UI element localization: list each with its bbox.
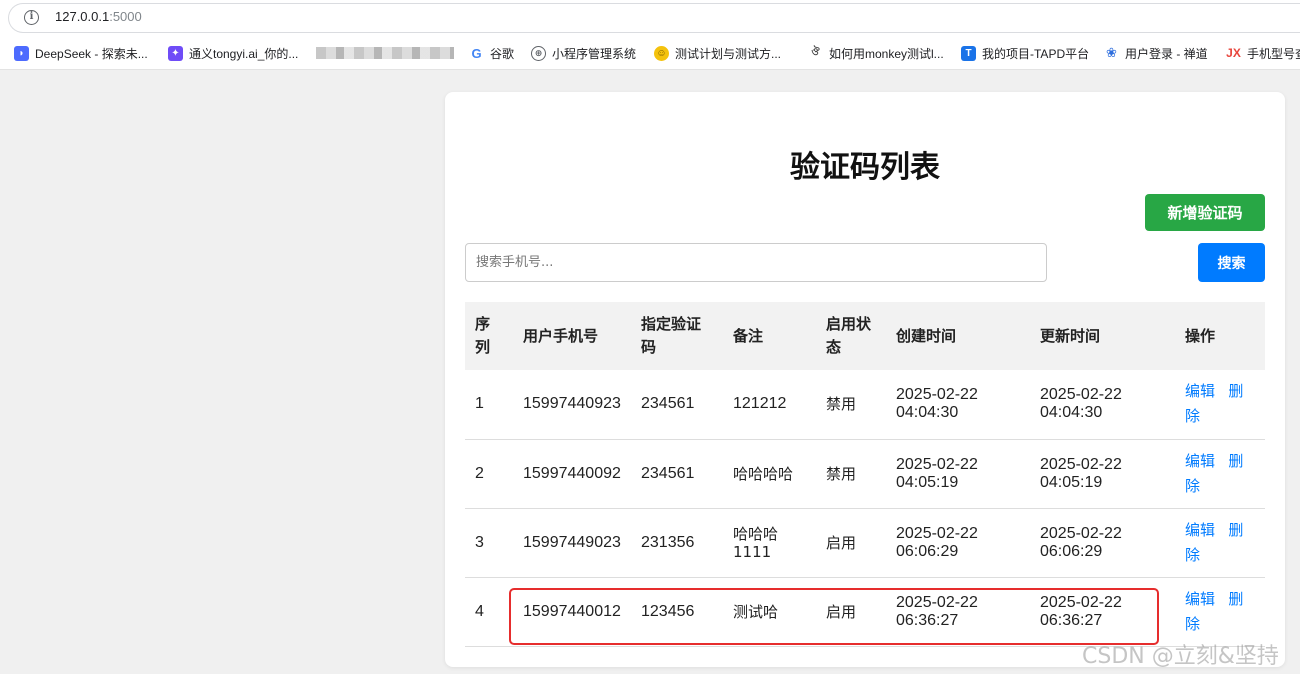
edit-link[interactable]: 编辑	[1185, 590, 1215, 608]
table-row: 4 15997440012 123456 测试哈 启用 2025-02-22 0…	[465, 577, 1265, 646]
bookmark-deepseek[interactable]: ◗ DeepSeek - 探索未...	[14, 44, 148, 62]
smiley-icon: ☺	[654, 45, 669, 61]
cell-note: 哈哈哈 1111	[733, 524, 779, 561]
bookmark-label: 我的项目-TAPD平台	[982, 46, 1090, 61]
bookmark-tapd[interactable]: T 我的项目-TAPD平台	[961, 44, 1089, 62]
search-button[interactable]: 搜索	[1198, 243, 1265, 282]
bookmark-label: 通义tongyi.ai_你的...	[189, 46, 299, 61]
bookmark-phone-model[interactable]: JX 手机型号查	[1226, 44, 1300, 62]
cell-status: 禁用	[826, 464, 857, 483]
cell-status: 启用	[826, 533, 857, 552]
cell-created: 2025-02-22 04:04:30	[896, 386, 978, 422]
bookmark-label: 测试计划与测试方...	[675, 46, 782, 61]
globe-icon: ⊕	[531, 45, 546, 61]
header-note: 备注	[733, 326, 764, 345]
add-code-button[interactable]: 新增验证码	[1145, 194, 1265, 231]
table-header-row: 序列 用户手机号 指定验证码 备注 启用状态 创建时间 更新时间 操作	[465, 302, 1265, 370]
cell-index: 1	[475, 395, 484, 413]
jx-icon: JX	[1226, 45, 1241, 61]
bookmark-tongyi[interactable]: ✦ 通义tongyi.ai_你的...	[168, 44, 298, 62]
cell-updated: 2025-02-22 06:06:29	[1040, 524, 1122, 560]
bookmark-label: 手机型号查	[1247, 46, 1300, 61]
cell-code: 123456	[641, 602, 695, 620]
header-index: 序列	[475, 315, 491, 356]
cell-status: 禁用	[826, 395, 857, 414]
cell-code: 234561	[641, 395, 695, 413]
cell-created: 2025-02-22 06:36:27	[896, 593, 978, 629]
edit-link[interactable]: 编辑	[1185, 452, 1215, 470]
site-info-icon[interactable]: i	[24, 10, 39, 25]
bookmark-label: 如何用monkey测试l...	[829, 46, 944, 61]
cell-actions: 编辑 删除	[1175, 370, 1265, 439]
cell-status: 启用	[826, 602, 857, 621]
verification-code-card: 验证码列表 新增验证码 搜索 序列 用户手机号 指定验证码 备注 启用状态 创建…	[445, 92, 1285, 667]
header-updated: 更新时间	[1040, 326, 1101, 345]
bookmark-testplan[interactable]: ☺ 测试计划与测试方...	[654, 44, 781, 62]
bookmark-label: 谷歌	[490, 46, 515, 61]
cell-updated: 2025-02-22 04:05:19	[1040, 455, 1122, 491]
header-status: 启用状态	[826, 315, 872, 356]
url-host: 127.0.0.1	[55, 9, 110, 24]
code-table: 序列 用户手机号 指定验证码 备注 启用状态 创建时间 更新时间 操作 1 15…	[465, 302, 1265, 647]
header-code: 指定验证码	[641, 315, 702, 356]
address-bar: i 127.0.0.1:5000	[0, 0, 1300, 36]
cell-actions: 编辑 删除	[1175, 439, 1265, 508]
bookmark-google[interactable]: G 谷歌	[469, 44, 514, 62]
bookmark-label: 用户登录 - 禅道	[1125, 46, 1208, 61]
bookmark-miniprogram[interactable]: ⊕ 小程序管理系统	[531, 44, 636, 62]
bookmark-label: DeepSeek - 探索未...	[35, 46, 148, 61]
header-actions: 操作	[1185, 326, 1216, 345]
bookmark-zentao[interactable]: ❀ 用户登录 - 禅道	[1104, 44, 1208, 62]
cell-updated: 2025-02-22 04:04:30	[1040, 386, 1122, 422]
blurred-bookmark[interactable]	[316, 47, 454, 59]
url-text[interactable]: 127.0.0.1:5000	[55, 9, 142, 24]
header-phone: 用户手机号	[523, 326, 599, 345]
cell-phone: 15997440092	[523, 464, 621, 482]
edit-link[interactable]: 编辑	[1185, 521, 1215, 539]
phone-search-input[interactable]	[465, 243, 1047, 282]
bookmarks-bar: ◗ DeepSeek - 探索未... ✦ 通义tongyi.ai_你的... …	[0, 36, 1300, 70]
cell-actions: 编辑 删除	[1175, 508, 1265, 577]
watermark: CSDN @立刻&坚持	[1082, 644, 1279, 669]
cell-code: 234561	[641, 464, 695, 482]
table-row: 3 15997449023 231356 哈哈哈 1111 启用 2025-02…	[465, 508, 1265, 577]
tapd-icon: T	[961, 45, 976, 61]
cell-created: 2025-02-22 06:06:29	[896, 524, 978, 560]
bookmark-monkey[interactable]: ঔ 如何用monkey测试l...	[808, 44, 944, 62]
cell-note: 哈哈哈哈	[733, 464, 794, 483]
cell-phone: 15997449023	[523, 533, 621, 551]
omnibox[interactable]	[8, 3, 1300, 33]
page-title: 验证码列表	[790, 150, 940, 185]
lark-icon: ঔ	[808, 45, 823, 61]
google-icon: G	[469, 45, 484, 61]
cell-phone: 15997440923	[523, 395, 621, 413]
header-created: 创建时间	[896, 326, 957, 345]
cell-note: 121212	[733, 395, 787, 413]
bookmark-label: 小程序管理系统	[552, 46, 637, 61]
table-row: 2 15997440092 234561 哈哈哈哈 禁用 2025-02-22 …	[465, 439, 1265, 508]
cell-actions: 编辑 删除	[1175, 577, 1265, 646]
cell-updated: 2025-02-22 06:36:27	[1040, 593, 1122, 629]
table-row: 1 15997440923 234561 121212 禁用 2025-02-2…	[465, 370, 1265, 439]
zentao-icon: ❀	[1104, 45, 1119, 61]
tongyi-icon: ✦	[168, 45, 183, 61]
deepseek-icon: ◗	[14, 45, 29, 61]
edit-link[interactable]: 编辑	[1185, 382, 1215, 400]
url-port: :5000	[109, 9, 142, 24]
cell-note: 测试哈	[733, 602, 779, 621]
cell-created: 2025-02-22 04:05:19	[896, 455, 978, 491]
cell-index: 4	[475, 602, 484, 620]
cell-index: 3	[475, 533, 484, 551]
cell-phone: 15997440012	[523, 602, 621, 620]
cell-index: 2	[475, 464, 484, 482]
cell-code: 231356	[641, 533, 695, 551]
